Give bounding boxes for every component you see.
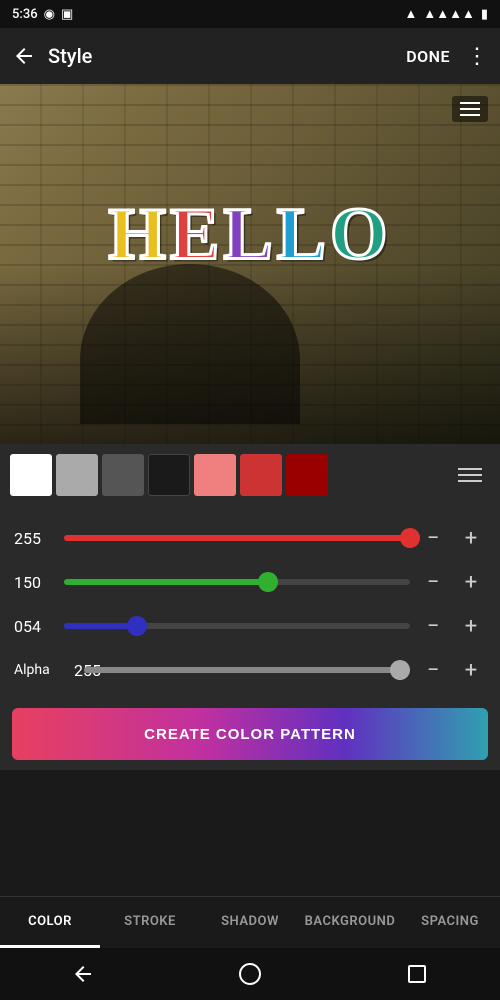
create-color-pattern-button[interactable]: CREATE COLOR PATTERN xyxy=(12,708,488,760)
red-slider-row: 255 − + xyxy=(14,516,486,560)
green-slider-row: 150 − + xyxy=(14,560,486,604)
signal-icon: ▲▲▲▲ xyxy=(423,6,474,22)
status-time: 5:36 xyxy=(12,7,38,22)
red-slider-track[interactable] xyxy=(64,535,410,541)
letter-o: O xyxy=(330,193,392,278)
nav-bar xyxy=(0,948,500,1000)
tab-stroke[interactable]: STROKE xyxy=(100,897,200,948)
wifi-icon: ▲ xyxy=(405,6,418,22)
swatch-lightred[interactable] xyxy=(194,454,236,496)
alpha-plus-button[interactable]: + xyxy=(456,655,486,685)
letter-l1: L xyxy=(223,193,276,278)
red-minus-button[interactable]: − xyxy=(418,523,448,553)
swatch-darkgray[interactable] xyxy=(102,454,144,496)
swatch-menu-button[interactable] xyxy=(458,459,490,491)
green-slider-fill xyxy=(64,579,268,585)
alpha-minus-button[interactable]: − xyxy=(418,655,448,685)
storage-icon: ▣ xyxy=(61,7,73,22)
swatch-darkred[interactable] xyxy=(286,454,328,496)
menu-icon-line xyxy=(458,474,482,476)
blue-slider-thumb[interactable] xyxy=(127,616,147,636)
blue-minus-button[interactable]: − xyxy=(418,611,448,641)
tab-color[interactable]: COLOR xyxy=(0,897,100,948)
alpha-slider-fill xyxy=(84,667,400,673)
tab-background[interactable]: BACKGROUND xyxy=(300,897,400,948)
alpha-label: Alpha xyxy=(14,662,66,678)
menu-line xyxy=(460,114,480,116)
red-slider-thumb[interactable] xyxy=(400,528,420,548)
green-plus-button[interactable]: + xyxy=(456,567,486,597)
blue-slider-track[interactable] xyxy=(64,623,410,629)
bottom-tabs: COLOR STROKE SHADOW BACKGROUND SPACING xyxy=(0,896,500,948)
preview-menu-button[interactable] xyxy=(452,96,488,122)
nav-recents-square xyxy=(408,965,426,983)
more-options-button[interactable]: ⋮ xyxy=(466,44,488,69)
alpha-slider-thumb[interactable] xyxy=(390,660,410,680)
menu-line xyxy=(460,108,480,110)
swatch-lightgray[interactable] xyxy=(56,454,98,496)
green-minus-button[interactable]: − xyxy=(418,567,448,597)
nav-home-circle xyxy=(239,963,261,985)
swatch-white[interactable] xyxy=(10,454,52,496)
nav-back-button[interactable] xyxy=(58,954,108,994)
status-bar: 5:36 ◉ ▣ ▲ ▲▲▲▲ ▮ xyxy=(0,0,500,28)
battery-icon: ▮ xyxy=(481,7,488,22)
tab-shadow[interactable]: SHADOW xyxy=(200,897,300,948)
hello-text: H E L L O xyxy=(108,193,391,278)
nav-recents-button[interactable] xyxy=(392,954,442,994)
menu-line xyxy=(460,102,480,104)
blue-slider-row: 054 − + xyxy=(14,604,486,648)
letter-h: H xyxy=(108,193,170,278)
blue-plus-button[interactable]: + xyxy=(456,611,486,641)
green-value-label: 150 xyxy=(14,573,56,592)
alpha-slider-track[interactable] xyxy=(84,667,410,673)
swatch-red[interactable] xyxy=(240,454,282,496)
nav-home-button[interactable] xyxy=(225,954,275,994)
menu-icon-line xyxy=(458,468,482,470)
sim-icon: ◉ xyxy=(44,7,55,22)
app-bar: Style DONE ⋮ xyxy=(0,28,500,84)
menu-icon-line xyxy=(458,480,482,482)
letter-l2: L xyxy=(277,193,330,278)
green-slider-track[interactable] xyxy=(64,579,410,585)
red-plus-button[interactable]: + xyxy=(456,523,486,553)
red-value-label: 255 xyxy=(14,529,56,548)
sliders-area: 255 − + 150 − + 054 − + Alpha 255 xyxy=(0,506,500,702)
app-bar-title: Style xyxy=(48,44,92,68)
alpha-slider-row: Alpha 255 − + xyxy=(14,648,486,692)
tab-spacing[interactable]: SPACING xyxy=(400,897,500,948)
letter-e: E xyxy=(170,193,223,278)
done-button[interactable]: DONE xyxy=(406,47,450,66)
create-btn-wrap: CREATE COLOR PATTERN xyxy=(0,702,500,770)
preview-area: H E L L O xyxy=(0,84,500,444)
red-slider-fill xyxy=(64,535,410,541)
color-swatches-row xyxy=(0,444,500,506)
swatch-black[interactable] xyxy=(148,454,190,496)
preview-image-bg: H E L L O xyxy=(0,84,500,444)
back-button[interactable] xyxy=(12,44,36,68)
green-slider-thumb[interactable] xyxy=(258,572,278,592)
blue-value-label: 054 xyxy=(14,617,56,636)
